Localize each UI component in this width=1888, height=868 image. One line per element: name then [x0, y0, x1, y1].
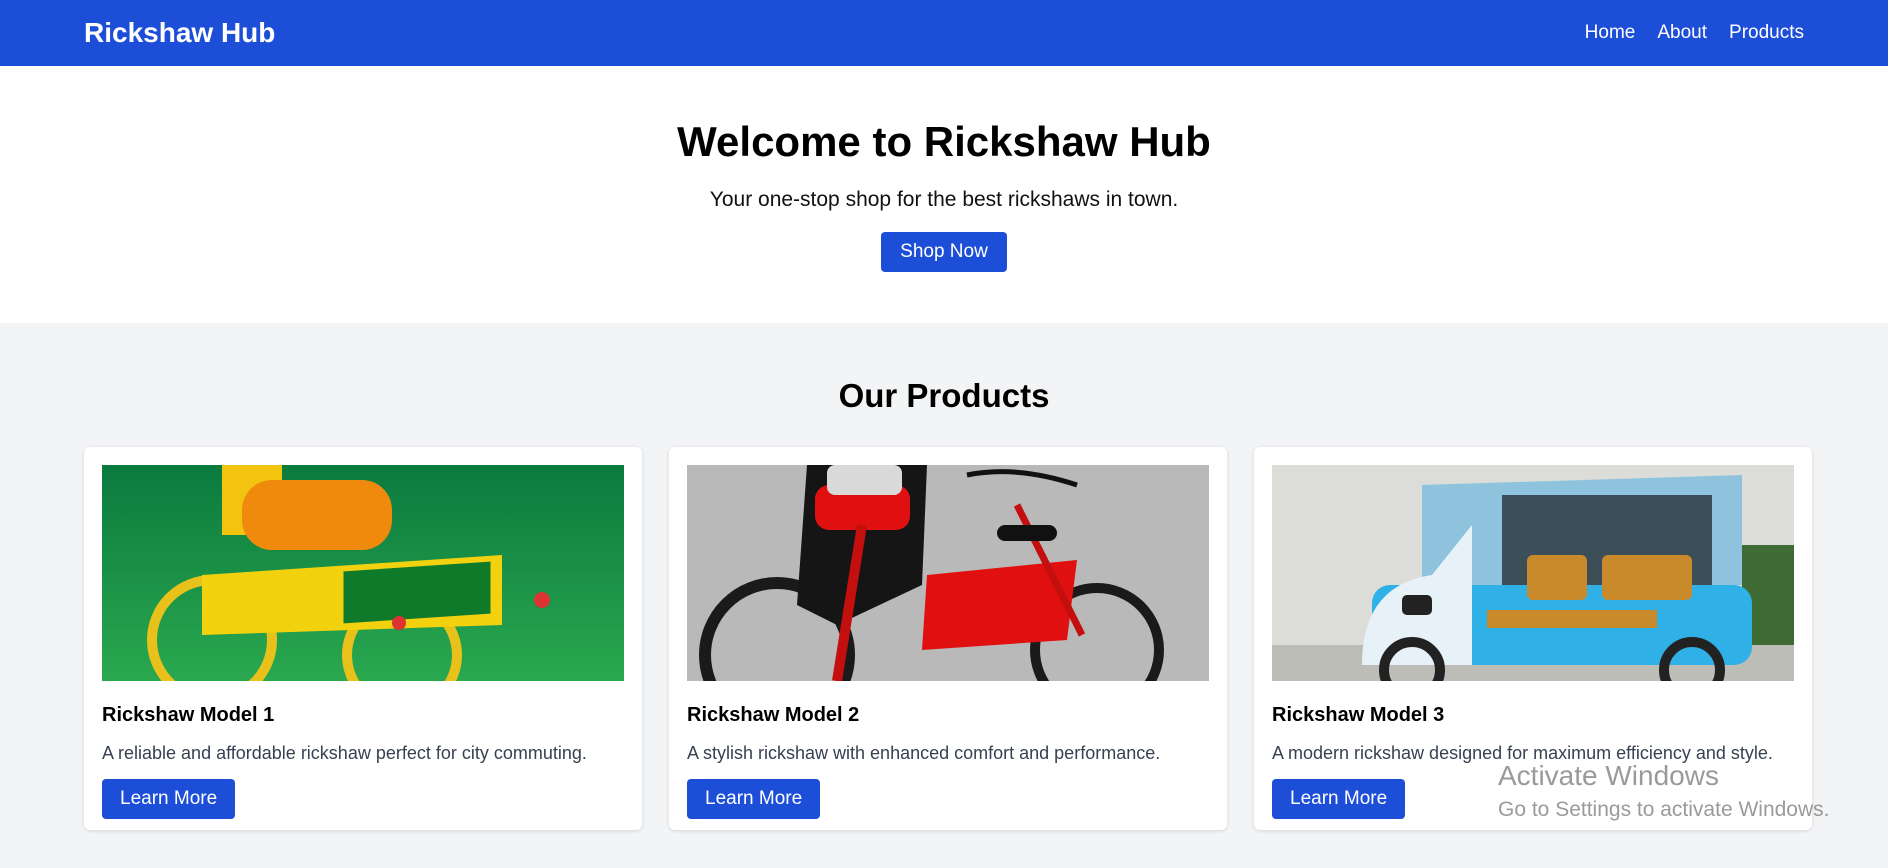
- nav-links: Home About Products: [1585, 22, 1804, 44]
- nav-link-products[interactable]: Products: [1729, 22, 1804, 44]
- hero-subtitle: Your one-stop shop for the best rickshaw…: [709, 188, 1179, 211]
- product-image-1: [102, 465, 624, 681]
- product-description-2: A stylish rickshaw with enhanced comfort…: [687, 743, 1161, 763]
- hero-section: Welcome to Rickshaw Hub Your one-stop sh…: [0, 66, 1888, 323]
- product-image-3: [1272, 465, 1794, 681]
- learn-more-button-1[interactable]: Learn More: [102, 779, 236, 819]
- navbar: Rickshaw Hub Home About Products: [0, 0, 1888, 66]
- product-title-3: Rickshaw Model 3: [1272, 704, 1445, 726]
- product-card-1: Rickshaw Model 1 A reliable and affordab…: [84, 447, 642, 830]
- watermark-title: Activate Windows: [1498, 760, 1719, 791]
- hero-title: Welcome to Rickshaw Hub: [677, 118, 1211, 165]
- product-title-1: Rickshaw Model 1: [102, 704, 275, 726]
- product-card-2: Rickshaw Model 2 A stylish rickshaw with…: [669, 447, 1227, 830]
- shop-now-button[interactable]: Shop Now: [881, 232, 1007, 272]
- activate-windows-watermark: Activate Windows Go to Settings to activ…: [1498, 760, 1830, 822]
- watermark-subtitle: Go to Settings to activate Windows.: [1498, 798, 1830, 821]
- learn-more-button-2[interactable]: Learn More: [687, 779, 821, 819]
- nav-link-home[interactable]: Home: [1585, 22, 1636, 44]
- product-description-1: A reliable and affordable rickshaw perfe…: [102, 743, 587, 763]
- product-image-2: [687, 465, 1209, 681]
- products-heading: Our Products: [838, 377, 1050, 414]
- brand-logo[interactable]: Rickshaw Hub: [84, 17, 275, 49]
- learn-more-button-3[interactable]: Learn More: [1272, 779, 1406, 819]
- nav-link-about[interactable]: About: [1657, 22, 1707, 44]
- product-title-2: Rickshaw Model 2: [687, 704, 860, 726]
- products-section: Our Products Rickshaw Model 1 A reliable…: [0, 323, 1888, 830]
